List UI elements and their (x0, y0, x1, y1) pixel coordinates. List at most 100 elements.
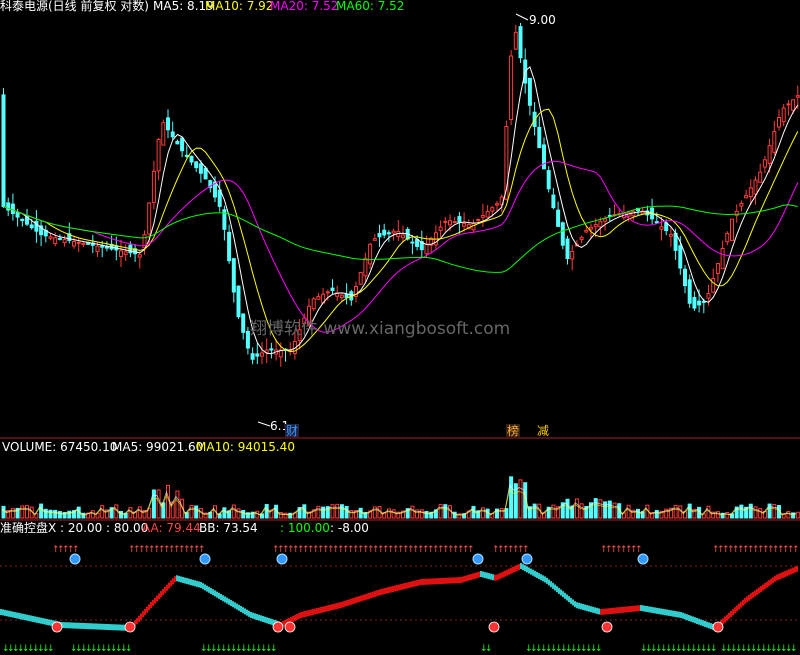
volume-label: VOLUME: 67450.10 (2, 440, 117, 454)
candle-body (57, 237, 62, 240)
indicator-band-segment (650, 606, 652, 613)
candle-body (683, 268, 687, 287)
indicator-band-segment (504, 570, 506, 577)
indicator-band-segment (206, 585, 208, 592)
indicator-band-segment (542, 575, 544, 582)
indicator-band-segment (522, 564, 524, 571)
indicator-band-segment (244, 608, 246, 615)
indicator-band-segment (416, 580, 418, 586)
indicator-band-segment (658, 608, 660, 615)
volume-bar (316, 505, 321, 519)
indicator-band-segment (256, 614, 258, 620)
candle-body (161, 122, 166, 146)
indicator-band-segment (738, 603, 740, 610)
candle-body (791, 99, 796, 111)
indicator-band-segment (616, 607, 618, 614)
candle-body (260, 352, 264, 357)
indicator-band-segment (194, 580, 196, 587)
indicator-band-segment (326, 605, 328, 612)
indicator-band-segment (254, 613, 256, 620)
indicator-band-segment (366, 593, 368, 600)
candle-body (678, 245, 683, 269)
indicator-band-segment (328, 605, 330, 611)
candle-body (462, 223, 467, 227)
candle-body (391, 230, 396, 234)
indicator-band-segment (384, 588, 386, 594)
volume-bar (452, 511, 457, 519)
candle-body (147, 202, 152, 235)
indicator-band-segment (576, 602, 578, 609)
indicator-band-segment (92, 623, 94, 630)
candle-body (325, 291, 330, 294)
indicator-band-segment (76, 622, 78, 629)
indicator-band-segment (572, 599, 574, 606)
indicator-band-segment (796, 565, 798, 572)
candle-body (316, 296, 321, 300)
indicator-band-segment (758, 587, 760, 594)
indicator-band-segment (660, 608, 662, 615)
indicator-band-segment (374, 590, 376, 597)
candle-body (692, 297, 697, 309)
volume-bar (43, 508, 48, 519)
indicator-band-segment (700, 619, 702, 626)
indicator-band-segment (246, 609, 248, 616)
indicator-band-segment (722, 618, 724, 625)
indicator-band-segment (48, 619, 50, 626)
indicator-band-segment (320, 607, 322, 613)
candle-body (330, 287, 335, 292)
indicator-aa: AA: 79.44 (142, 521, 201, 535)
indicator-band-segment (548, 579, 550, 586)
volume-bar (687, 503, 692, 519)
ma20-label: MA20: 7.52 (270, 0, 338, 13)
indicator-band-segment (508, 568, 510, 575)
indicator-band-segment (354, 597, 356, 604)
volume-bar (499, 508, 504, 519)
indicator-band-segment (532, 569, 534, 576)
indicator-band-segment (488, 573, 490, 580)
volume-ma10-label: MA10: 94015.40 (196, 440, 295, 454)
indicator-band-segment (264, 616, 266, 623)
candle-body (457, 216, 462, 224)
indicator-band-segment (210, 588, 212, 594)
indicator-band-segment (724, 616, 726, 623)
indicator-band-segment (90, 623, 92, 630)
volume-bar (10, 507, 15, 519)
indicator-band-segment (454, 577, 456, 584)
indicator-band-segment (122, 624, 124, 631)
indicator-band-segment (88, 623, 90, 630)
indicator-band-segment (332, 604, 334, 610)
indicator-band-segment (410, 581, 412, 588)
indicator-band-segment (236, 603, 238, 610)
indicator-band-segment (226, 597, 228, 604)
indicator-band-segment (630, 606, 632, 612)
candle-body (537, 126, 542, 149)
indicator-band-segment (438, 578, 440, 585)
volume-bar (443, 504, 448, 519)
indicator-band-segment (78, 622, 80, 629)
indicator-band-segment (138, 615, 140, 622)
signal-ball (272, 621, 284, 633)
watermark: 翔博软件 www.xiangbosoft.com (250, 319, 510, 339)
volume-bar (391, 509, 396, 519)
indicator-band-segment (564, 592, 566, 599)
indicator-v1: : 100.00 (280, 521, 330, 535)
volume-bar (767, 503, 772, 519)
indicator-band-segment (610, 608, 612, 614)
candle-body (570, 250, 575, 260)
signal-arrow-green: ↓ (790, 644, 798, 654)
indicator-band-segment (472, 573, 474, 580)
indicator-band-segment (376, 590, 378, 597)
indicator-band-segment (500, 572, 502, 579)
indicator-band-segment (584, 604, 586, 611)
candle-body (241, 313, 246, 333)
indicator-band-segment (168, 582, 170, 589)
indicator-band-segment (752, 591, 754, 598)
indicator-band-segment (292, 616, 294, 622)
main-title: 科泰电源(日线 前复权 对数) (0, 0, 149, 13)
candle-body (227, 231, 232, 262)
indicator-band-segment (28, 615, 30, 622)
indicator-band-segment (66, 622, 68, 629)
indicator-band-segment (624, 606, 626, 613)
indicator-band-segment (108, 624, 110, 631)
indicator-band-segment (448, 577, 450, 584)
